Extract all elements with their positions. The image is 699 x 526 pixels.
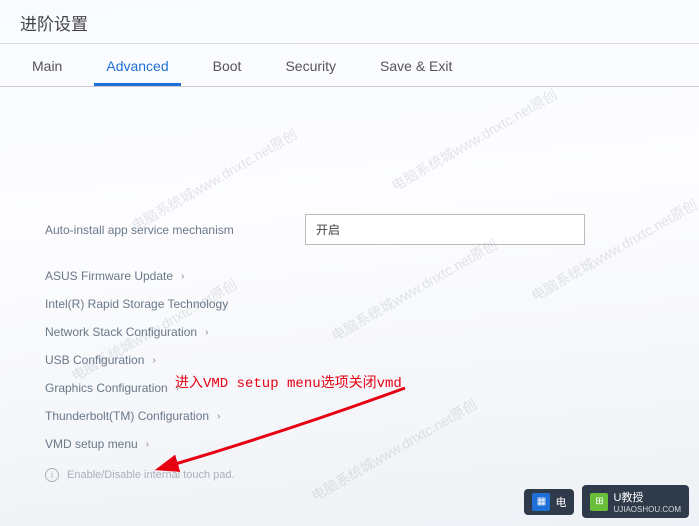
info-icon: i (45, 468, 59, 482)
vmd-setup-label: VMD setup menu (45, 437, 138, 451)
tab-boot[interactable]: Boot (191, 44, 264, 86)
logo-left-text: 电 (555, 494, 566, 510)
hint-text: Enable/Disable internal touch pad. (67, 469, 235, 481)
row-vmd-setup[interactable]: VMD setup menu › (45, 430, 654, 458)
row-network-stack[interactable]: Network Stack Configuration › (45, 318, 654, 346)
row-asus-firmware[interactable]: ASUS Firmware Update › (45, 262, 654, 290)
logo-row: ▦ 电 ⊞ U教授 UJIAOSHOU.COM (524, 485, 689, 518)
usb-config-label: USB Configuration (45, 353, 144, 367)
settings-content: Auto-install app service mechanism 开启 AS… (0, 87, 699, 502)
logo-right-sub: UJIAOSHOU.COM (613, 505, 681, 514)
logo-left: ▦ 电 (524, 489, 574, 515)
logo-right-icon: ⊞ (590, 493, 608, 511)
rapid-storage-label: Intel(R) Rapid Storage Technology (45, 297, 228, 311)
row-rapid-storage[interactable]: Intel(R) Rapid Storage Technology (45, 290, 654, 318)
tab-bar: Main Advanced Boot Security Save & Exit (0, 44, 699, 87)
chevron-right-icon: › (217, 411, 220, 422)
network-stack-label: Network Stack Configuration (45, 325, 197, 339)
chevron-right-icon: › (152, 355, 155, 366)
tab-main[interactable]: Main (10, 44, 84, 86)
chevron-right-icon: › (146, 439, 149, 450)
annotation-text: 进入VMD setup menu选项关闭vmd (175, 372, 402, 392)
tab-save-exit[interactable]: Save & Exit (358, 44, 474, 86)
row-usb-config[interactable]: USB Configuration › (45, 346, 654, 374)
logo-right-text: U教授 (613, 492, 643, 504)
tab-security[interactable]: Security (263, 44, 358, 86)
chevron-right-icon: › (205, 327, 208, 338)
auto-install-label: Auto-install app service mechanism (45, 223, 305, 237)
row-auto-install[interactable]: Auto-install app service mechanism 开启 (45, 207, 654, 252)
thunderbolt-label: Thunderbolt(TM) Configuration (45, 409, 209, 423)
chevron-right-icon: › (181, 271, 184, 282)
row-thunderbolt[interactable]: Thunderbolt(TM) Configuration › (45, 402, 654, 430)
asus-firmware-label: ASUS Firmware Update (45, 269, 173, 283)
hint-row: i Enable/Disable internal touch pad. (45, 458, 654, 482)
logo-right: ⊞ U教授 UJIAOSHOU.COM (582, 485, 689, 518)
graphics-config-label: Graphics Configuration (45, 381, 168, 395)
auto-install-value[interactable]: 开启 (305, 214, 585, 245)
page-title: 进阶设置 (0, 0, 699, 44)
tab-advanced[interactable]: Advanced (84, 44, 190, 86)
logo-left-icon: ▦ (532, 493, 550, 511)
